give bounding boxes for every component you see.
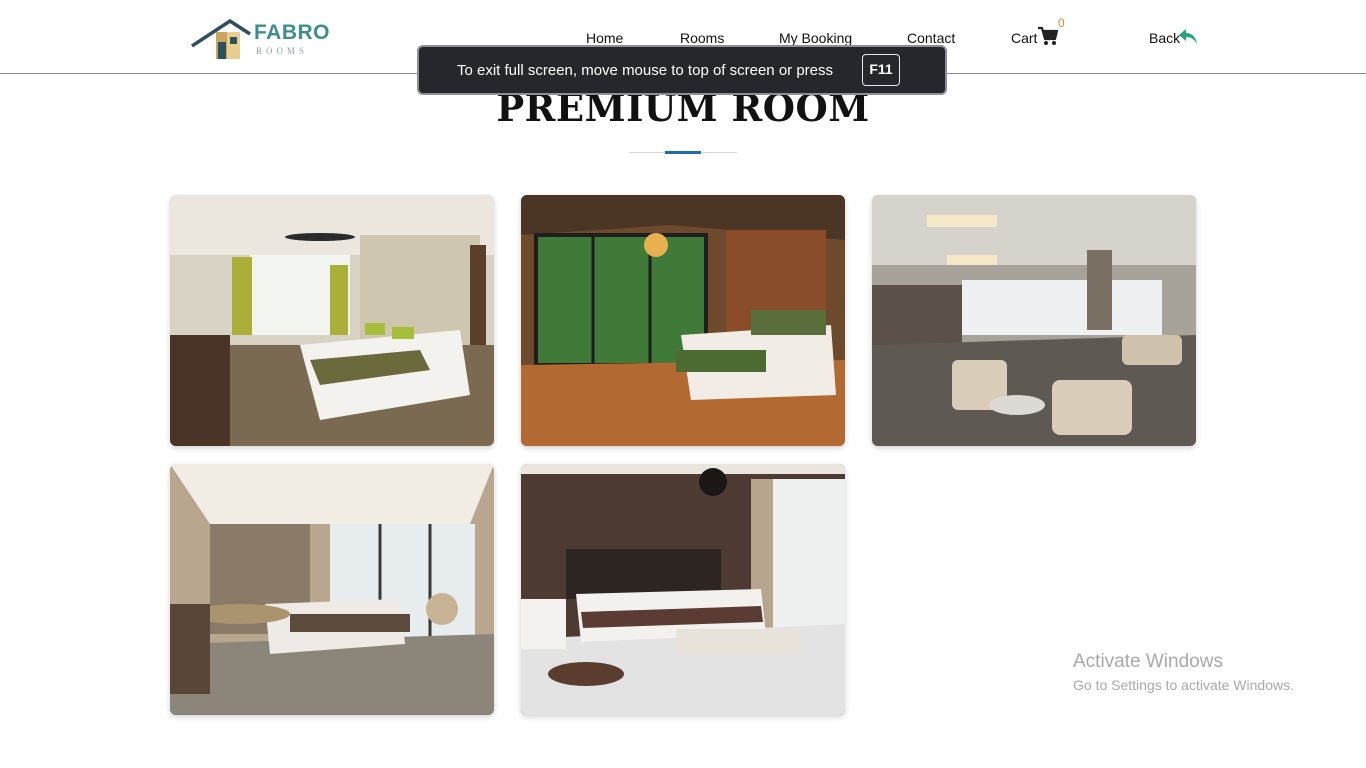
room-photo-lounge (872, 195, 1196, 446)
back-label: Back (1149, 30, 1181, 46)
fullscreen-message: To exit full screen, move mouse to top o… (457, 62, 834, 79)
room-photo-chandelier-bedroom (521, 464, 845, 715)
nav-rooms[interactable]: Rooms (680, 30, 724, 46)
fullscreen-exit-notice: To exit full screen, move mouse to top o… (417, 45, 947, 95)
activate-windows-title: Activate Windows (1073, 651, 1223, 672)
room-photo-bedroom-fan (170, 195, 494, 446)
room-image-card[interactable] (521, 464, 845, 715)
nav-back[interactable]: Back (1149, 30, 1180, 46)
shopping-cart-icon[interactable] (1037, 26, 1059, 46)
title-divider-accent (665, 151, 701, 154)
nav-contact[interactable]: Contact (907, 30, 955, 46)
room-image-card[interactable] (521, 195, 845, 446)
room-image-card[interactable] (170, 464, 494, 715)
house-logo-icon (191, 18, 251, 59)
nav-my-booking[interactable]: My Booking (779, 30, 852, 46)
reply-arrow-icon[interactable] (1178, 28, 1198, 46)
room-image-card[interactable] (872, 195, 1196, 446)
brand-logo[interactable]: FABRO ROOMS (190, 18, 330, 62)
cart-label: Cart (1011, 30, 1038, 46)
activate-windows-subtitle: Go to Settings to activate Windows. (1073, 677, 1294, 693)
brand-subtitle: ROOMS (256, 46, 309, 56)
room-photo-modern-bedroom (170, 464, 494, 715)
nav-cart[interactable]: Cart (1011, 30, 1037, 46)
brand-name: FABRO (254, 21, 330, 44)
nav-home[interactable]: Home (586, 30, 623, 46)
f11-key-badge: F11 (862, 54, 900, 86)
room-image-card[interactable] (170, 195, 494, 446)
room-photo-bedroom-forest (521, 195, 845, 446)
cart-count-badge: 0 (1058, 16, 1065, 30)
